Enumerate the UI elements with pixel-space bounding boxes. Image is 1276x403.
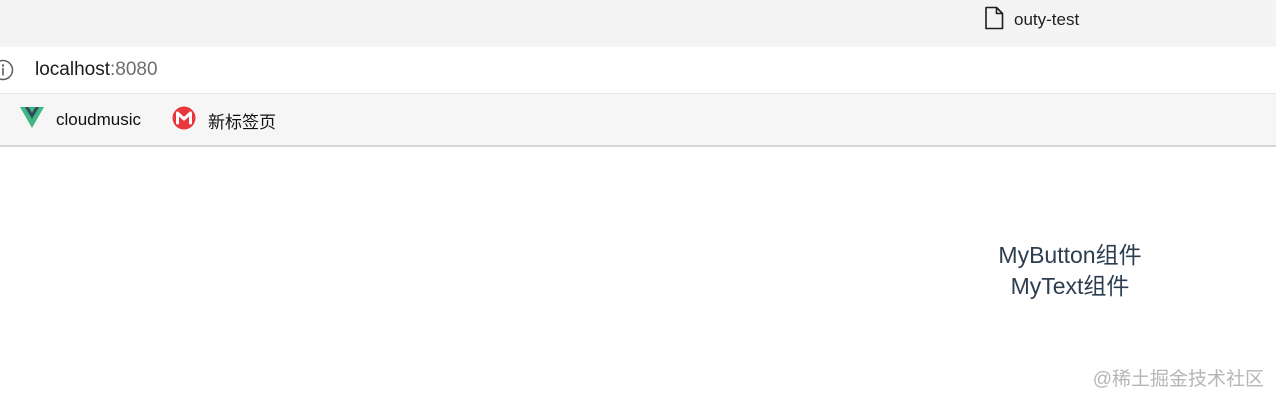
bookmark-label: 新标签页 — [208, 112, 276, 132]
bookmarks-bar: cloudmusic 新标签页 — [0, 93, 1276, 147]
url-port: :8080 — [110, 59, 158, 80]
document-icon — [984, 6, 1004, 35]
my-button-component-text: MyButton组件 — [998, 242, 1142, 268]
vue-logo-icon — [20, 106, 44, 134]
browser-window: outy-test localhost:8080 cloudmusic 新标签页… — [0, 0, 1276, 403]
red-m-logo-icon — [172, 106, 196, 135]
bookmark-cloudmusic[interactable]: cloudmusic — [20, 106, 141, 134]
info-icon[interactable] — [0, 59, 14, 81]
my-text-component-text: MyText组件 — [1010, 273, 1130, 299]
tab-title: outy-test — [1014, 10, 1080, 29]
address-bar[interactable]: localhost:8080 — [0, 47, 1276, 93]
page-content: MyButton组件 MyText组件 @稀土掘金技术社区 — [0, 149, 1276, 403]
tab-strip: outy-test — [0, 0, 1276, 47]
url-text[interactable]: localhost:8080 — [35, 59, 158, 81]
bookmark-label: cloudmusic — [56, 110, 142, 129]
component-list: MyButton组件 MyText组件 — [960, 240, 1180, 302]
watermark: @稀土掘金技术社区 — [1092, 369, 1264, 390]
bookmark-new-tab[interactable]: 新标签页 — [172, 106, 276, 134]
url-host: localhost — [35, 59, 110, 80]
tab-outy-test[interactable]: outy-test — [978, 4, 1085, 36]
